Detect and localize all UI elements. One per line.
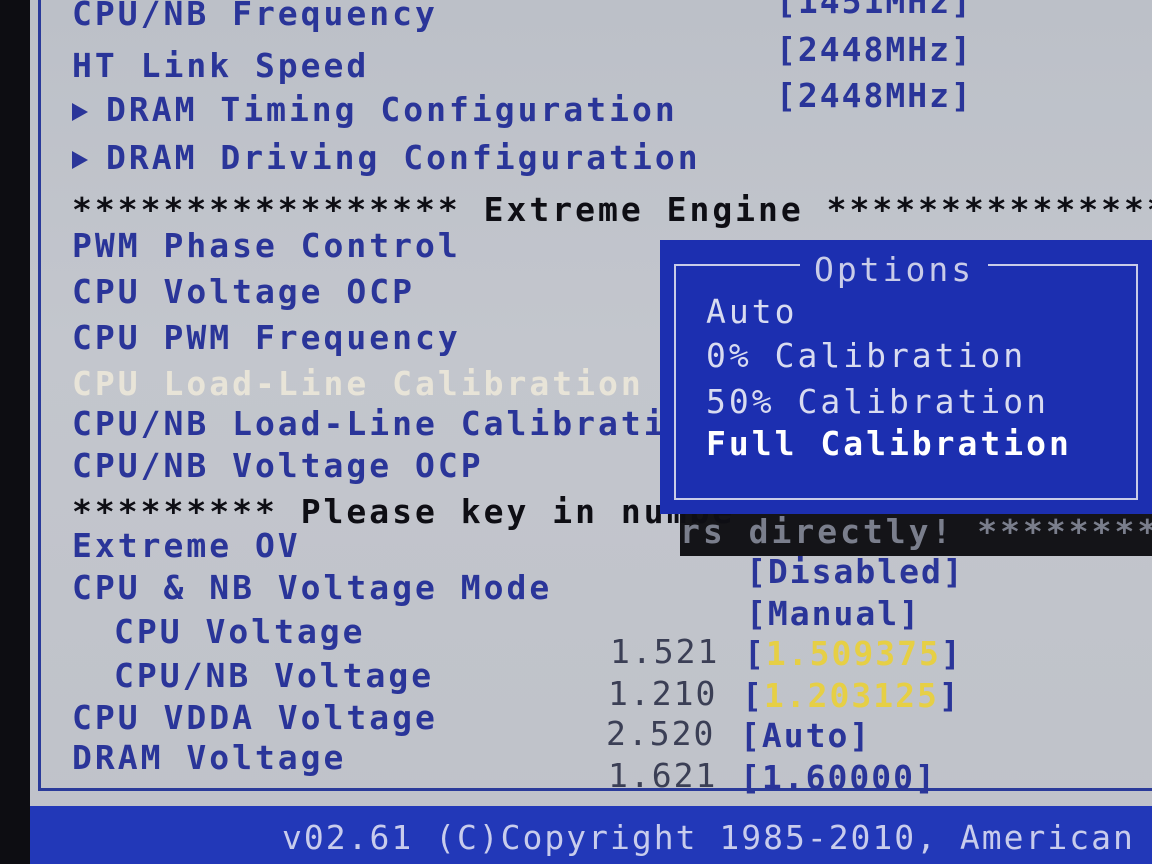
frame-left-border	[38, 0, 41, 790]
value-ht-link-speed[interactable]: [2448MHz]	[776, 30, 973, 69]
current-cpu-vdda-voltage: 2.520	[606, 714, 716, 753]
value-cpu-nb-voltage[interactable]: [1.203125]	[742, 676, 961, 715]
menu-item-cpu-nb-voltage-mode[interactable]: CPU & NB Voltage Mode	[72, 568, 552, 607]
section-header-extreme-engine: ***************** Extreme Engine *******…	[72, 190, 1152, 229]
menu-item-label: CPU/NB Frequency	[72, 0, 438, 33]
menu-item-label: HT Link Speed	[72, 46, 370, 85]
header-text-shadowed: rs directly! ********	[680, 512, 1152, 551]
value-cpu-nb-frequency[interactable]: [1451MHz]	[776, 0, 973, 21]
option-full-calibration[interactable]: Full Calibration	[706, 424, 1072, 463]
popup-title: Options	[800, 250, 989, 289]
current-cpu-voltage: 1.521	[610, 632, 720, 671]
value-cpu-voltage[interactable]: [1.509375]	[744, 634, 963, 673]
value-cpu-nb-voltage-mode[interactable]: [Manual]	[746, 594, 921, 633]
value-dram-voltage[interactable]: [1.60000]	[740, 758, 937, 797]
bracket-open: [	[744, 634, 766, 673]
frame-bottom-border	[38, 788, 1152, 791]
menu-item-dram-voltage[interactable]: DRAM Voltage	[72, 738, 346, 777]
options-popup: Options Auto 0% Calibration 50% Calibrat…	[660, 240, 1152, 514]
submenu-dram-timing[interactable]: DRAM Timing Configuration	[72, 90, 678, 129]
submenu-label: DRAM Driving Configuration	[106, 138, 701, 177]
value-inner: 1.203125	[763, 676, 939, 715]
footer-bar: v02.61 (C)Copyright 1985-2010, American …	[30, 806, 1152, 864]
value-inner: 1.509375	[765, 634, 941, 673]
current-dram-voltage: 1.621	[608, 756, 718, 795]
bracket-open: [	[742, 676, 764, 715]
header-stars-right: *****************	[826, 190, 1152, 229]
submenu-arrow-icon	[72, 102, 88, 121]
bracket-close: ]	[940, 634, 963, 673]
menu-item-cpu-voltage[interactable]: CPU Voltage	[114, 612, 366, 651]
menu-item-cpu-nb-voltage[interactable]: CPU/NB Voltage	[114, 656, 434, 695]
menu-item-cpu-nb-voltage-ocp[interactable]: CPU/NB Voltage OCP	[72, 446, 484, 485]
menu-item-cpu-nb-load-line-calibration[interactable]: CPU/NB Load-Line Calibratio	[72, 404, 689, 443]
bios-screen: CPU/NB Frequency [1451MHz] HT Link Speed…	[30, 0, 1152, 864]
menu-item-cpu-voltage-ocp[interactable]: CPU Voltage OCP	[72, 272, 415, 311]
footer-copyright: v02.61 (C)Copyright 1985-2010, American …	[282, 818, 1152, 857]
submenu-label: DRAM Timing Configuration	[106, 90, 678, 129]
menu-item-extreme-ov[interactable]: Extreme OV	[72, 526, 301, 565]
value-ht-link-speed-extra: [2448MHz]	[776, 76, 973, 115]
value-extreme-ov[interactable]: [Disabled]	[746, 552, 965, 591]
menu-item-pwm-phase-control[interactable]: PWM Phase Control	[72, 226, 461, 265]
menu-item-ht-link-speed[interactable]: HT Link Speed	[72, 46, 369, 85]
header-stars-right: ********	[977, 512, 1152, 551]
bracket-close: ]	[938, 676, 961, 715]
header-title: Extreme Engine	[483, 190, 804, 229]
value-cpu-vdda-voltage[interactable]: [Auto]	[740, 716, 871, 755]
menu-item-cpu-load-line-calibration[interactable]: CPU Load-Line Calibration	[72, 364, 644, 403]
submenu-dram-driving[interactable]: DRAM Driving Configuration	[72, 138, 701, 177]
menu-item-cpu-pwm-frequency[interactable]: CPU PWM Frequency	[72, 318, 461, 357]
current-cpu-nb-voltage: 1.210	[608, 674, 718, 713]
header-text-hidden: rs directly!	[680, 512, 955, 551]
option-0-calibration[interactable]: 0% Calibration	[706, 336, 1026, 375]
header-stars-left: *****************	[72, 190, 461, 229]
menu-item-cpu-nb-frequency[interactable]: CPU/NB Frequency	[72, 0, 438, 33]
menu-item-cpu-vdda-voltage[interactable]: CPU VDDA Voltage	[72, 698, 438, 737]
submenu-arrow-icon	[72, 150, 88, 169]
option-auto[interactable]: Auto	[706, 292, 797, 331]
option-50-calibration[interactable]: 50% Calibration	[706, 382, 1049, 421]
